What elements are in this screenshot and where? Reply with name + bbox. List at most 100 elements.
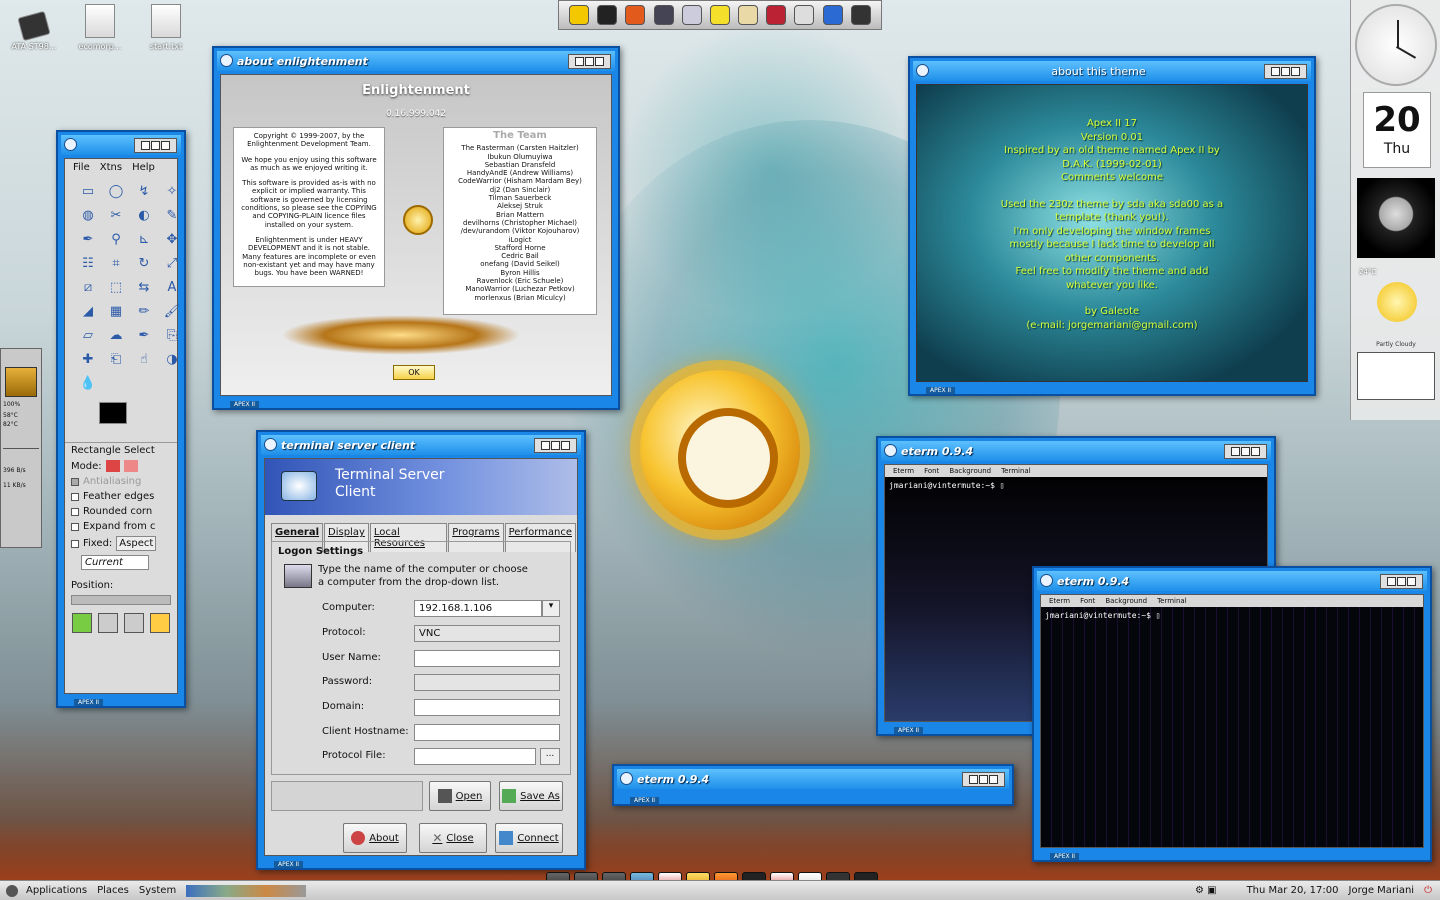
- window-icon[interactable]: [264, 438, 277, 451]
- menu-places[interactable]: Places: [97, 885, 129, 896]
- clock-icon[interactable]: [794, 5, 815, 25]
- connect-button[interactable]: Connect: [495, 823, 563, 853]
- close-icon[interactable]: [595, 56, 604, 66]
- menu-xtns[interactable]: Xtns: [100, 162, 122, 173]
- menu-terminal[interactable]: Terminal: [1001, 467, 1031, 475]
- maximize-icon[interactable]: [1241, 446, 1250, 456]
- menu-terminal[interactable]: Terminal: [1157, 597, 1187, 605]
- blend-icon[interactable]: ▦: [103, 300, 129, 322]
- option-expand[interactable]: Expand from c: [65, 519, 177, 534]
- settings-icon[interactable]: [569, 5, 590, 25]
- delete-options-icon[interactable]: [124, 613, 144, 633]
- close-button[interactable]: ✕ Close: [419, 823, 487, 853]
- iconify-icon[interactable]: [575, 56, 584, 66]
- save-as-button[interactable]: Save As: [499, 781, 563, 811]
- rotate-icon[interactable]: ↻: [131, 252, 157, 274]
- shear-icon[interactable]: ⧄: [75, 276, 101, 298]
- menu-applications[interactable]: Applications: [26, 885, 87, 896]
- titlebar[interactable]: about this theme: [913, 61, 1311, 81]
- option-antialiasing[interactable]: Antialiasing: [65, 474, 177, 489]
- terminal-screen[interactable]: jmariani@vintermute:~$ ▯: [1041, 607, 1415, 847]
- measure-icon[interactable]: ⊾: [131, 228, 157, 250]
- titlebar[interactable]: eterm 0.9.4: [617, 769, 1009, 789]
- maximize-icon[interactable]: [1281, 66, 1290, 76]
- titlebar[interactable]: eterm 0.9.4: [1037, 571, 1427, 591]
- menu-file[interactable]: File: [73, 162, 90, 173]
- username-field[interactable]: [414, 650, 560, 667]
- perspective-clone-icon[interactable]: ⎗: [103, 348, 129, 370]
- heal-icon[interactable]: ✚: [75, 348, 101, 370]
- zoom-icon[interactable]: ⚲: [103, 228, 129, 250]
- foreground-color[interactable]: [99, 402, 127, 424]
- window-icon[interactable]: [884, 444, 897, 457]
- menu-font[interactable]: Font: [1080, 597, 1095, 605]
- color-picker-icon[interactable]: ✒: [75, 228, 101, 250]
- camera-icon[interactable]: [850, 5, 871, 25]
- menu-eterm[interactable]: Eterm: [893, 467, 914, 475]
- password-field[interactable]: [414, 674, 560, 691]
- window-icon[interactable]: [620, 772, 633, 785]
- window-icon[interactable]: [1040, 574, 1053, 587]
- restore-options-icon[interactable]: [98, 613, 118, 633]
- iconify-icon[interactable]: [1271, 66, 1280, 76]
- window-buttons[interactable]: [1380, 573, 1423, 589]
- window-buttons[interactable]: [534, 437, 577, 453]
- desktop-icon-drive[interactable]: ATA ST98...: [4, 8, 64, 51]
- wand-icon[interactable]: ✧: [159, 180, 185, 202]
- option-fixed[interactable]: Fixed: Aspect: [65, 534, 177, 553]
- eraser-icon[interactable]: ▱: [75, 324, 101, 346]
- window-icon[interactable]: [64, 138, 77, 151]
- firefox-icon[interactable]: [625, 5, 646, 25]
- checkbox[interactable]: [71, 492, 79, 501]
- titlebar[interactable]: [61, 135, 181, 155]
- maximize-icon[interactable]: [979, 774, 988, 784]
- dodge-icon[interactable]: ◑: [159, 348, 185, 370]
- iconify-icon[interactable]: [1231, 446, 1240, 456]
- window-icon[interactable]: [220, 54, 233, 67]
- tray-icons[interactable]: ⚙ ▣: [1195, 885, 1217, 896]
- power-icon[interactable]: ⏻: [1424, 885, 1432, 896]
- profile-combo[interactable]: [271, 781, 423, 811]
- gnome-foot-icon[interactable]: [6, 884, 18, 897]
- iconify-icon[interactable]: [141, 140, 150, 150]
- client-hostname-field[interactable]: [414, 724, 560, 741]
- computer-combo[interactable]: 192.168.1.106: [414, 600, 542, 617]
- open-button[interactable]: Open: [429, 781, 491, 811]
- move-icon[interactable]: ✥: [159, 228, 185, 250]
- options-scrollbar[interactable]: [71, 595, 171, 605]
- color-select-icon[interactable]: ◍: [75, 204, 101, 226]
- gimp-icon[interactable]: [653, 5, 674, 25]
- easytag-icon[interactable]: [709, 5, 730, 25]
- close-icon[interactable]: [161, 140, 170, 150]
- window-buttons[interactable]: [568, 53, 611, 69]
- package-icon[interactable]: [766, 5, 787, 25]
- clock-text[interactable]: Thu Mar 20, 17:00: [1247, 885, 1339, 896]
- brush-icon[interactable]: 🖌: [159, 300, 185, 322]
- ellipse-select-icon[interactable]: ◯: [103, 180, 129, 202]
- window-buttons[interactable]: [962, 771, 1005, 787]
- menu-help[interactable]: Help: [132, 162, 155, 173]
- desktop-icon-start[interactable]: start.txt: [136, 4, 196, 51]
- maximize-icon[interactable]: [151, 140, 160, 150]
- close-icon[interactable]: [561, 440, 570, 450]
- window-buttons[interactable]: [1224, 443, 1267, 459]
- eterm-window-3-shaded[interactable]: eterm 0.9.4 APEX II: [612, 764, 1014, 806]
- gimp-toolbox-window[interactable]: File Xtns Help ▭ ◯ ↯ ✧ ◍ ✂ ◐ ✎ ✒ ⚲ ⊾ ✥ ☷ ⌗ ↻ ⤢ ⧄ ⬚ ⇆ A ◢ ▦ ✏ 🖌 ▱…: [56, 130, 186, 708]
- eterm-window-2[interactable]: eterm 0.9.4 Eterm Font Background Terminal …: [1032, 566, 1432, 862]
- calendar-widget[interactable]: 20 Thu: [1363, 92, 1431, 168]
- about-enlightenment-window[interactable]: about enlightenment Enlightenment 0.16.9…: [212, 46, 620, 410]
- lasso-icon[interactable]: ↯: [131, 180, 157, 202]
- iconify-icon[interactable]: [1387, 576, 1396, 586]
- titlebar[interactable]: about enlightenment: [217, 51, 615, 71]
- network-icon[interactable]: [822, 5, 843, 25]
- close-icon[interactable]: [1407, 576, 1416, 586]
- titlebar[interactable]: eterm 0.9.4: [881, 441, 1271, 461]
- save-options-icon[interactable]: [72, 613, 92, 633]
- fixed-dropdown[interactable]: Aspect: [116, 536, 157, 551]
- option-rounded[interactable]: Rounded corn: [65, 504, 177, 519]
- window-icon[interactable]: [916, 64, 929, 77]
- pencil-icon[interactable]: ✏: [131, 300, 157, 322]
- rect-select-icon[interactable]: ▭: [75, 180, 101, 202]
- close-icon[interactable]: [989, 774, 998, 784]
- window-buttons[interactable]: [134, 137, 177, 153]
